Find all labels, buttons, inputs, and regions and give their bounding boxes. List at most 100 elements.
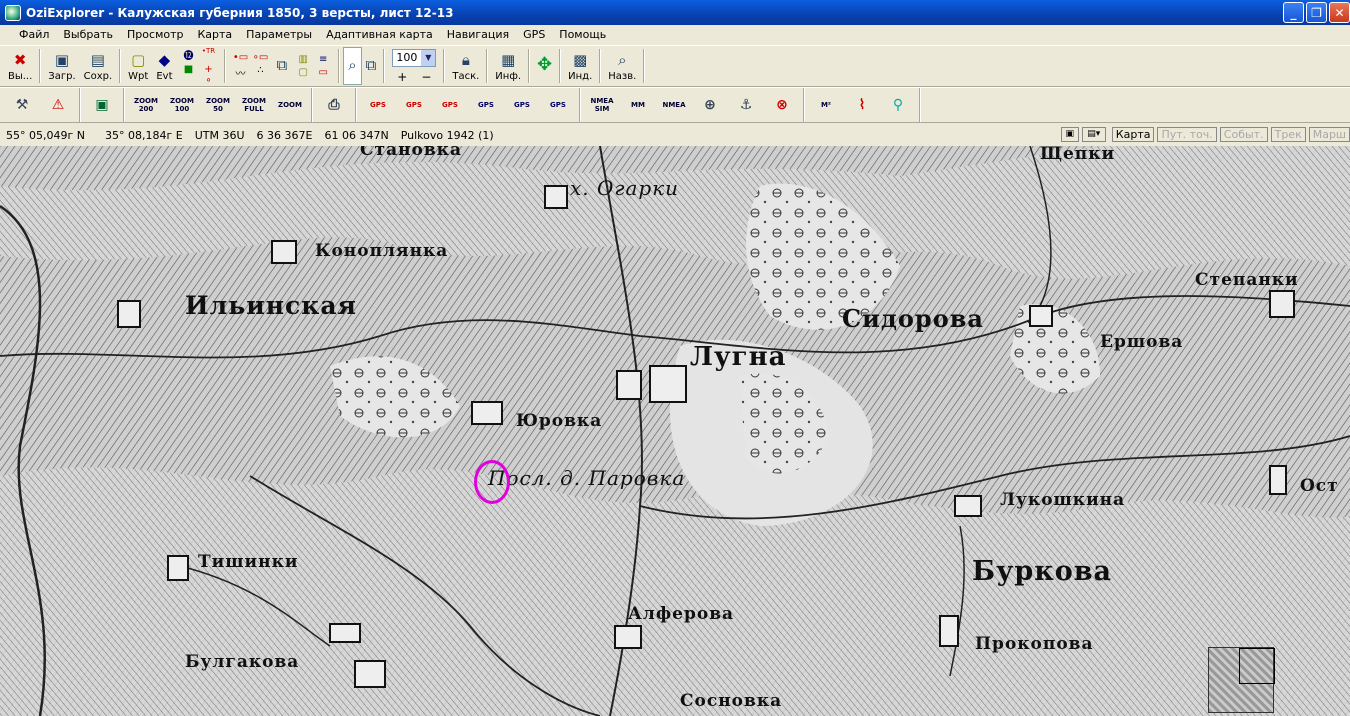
zoom-select-button[interactable]: ZOOM (273, 90, 307, 120)
overview-minimap[interactable] (1208, 647, 1275, 713)
menu-params[interactable]: Параметры (239, 26, 319, 44)
separator (599, 49, 602, 83)
info-button[interactable]: ▦ Инф. (491, 47, 525, 85)
separator (223, 49, 226, 83)
gps-track-button[interactable]: GPS (541, 90, 575, 120)
tab-waypoints[interactable]: Пут. точ. (1157, 127, 1217, 142)
map-label-bulgakova: Булгакова (185, 652, 300, 672)
zoom-in-button[interactable]: + (397, 70, 407, 84)
map-label-burkova: Буркова (972, 556, 1112, 587)
separator (559, 49, 562, 83)
separator (486, 49, 489, 83)
load-button[interactable]: ▣ Загр. (44, 47, 79, 85)
save-button[interactable]: ▤ Сохр. (80, 47, 117, 85)
village-block (616, 370, 642, 400)
index-button[interactable]: ▩ Инд. (564, 47, 596, 85)
show-icon[interactable]: ∴ (253, 65, 269, 80)
waypoint-icon: ▢ (131, 50, 146, 69)
menu-navigation[interactable]: Навигация (440, 26, 516, 44)
northing-readout: 61 06 347N (324, 128, 389, 142)
minimize-button[interactable]: _ (1283, 2, 1304, 23)
show-track-icon[interactable]: 〰 (233, 65, 249, 80)
zoom-50-button[interactable]: ZOOM 50 (201, 90, 235, 120)
task-button[interactable]: 🔒︎ Таск. (448, 47, 483, 85)
map-tool-icon[interactable]: ⚒ (5, 90, 39, 120)
print-icon[interactable]: ⎙ (317, 90, 351, 120)
line-icon[interactable]: •▭ (233, 52, 249, 63)
crosshair-icon[interactable]: ⊕ (693, 90, 727, 120)
map-label-shchepki: Щепки (1040, 146, 1116, 164)
event-button[interactable]: ◆ Evt (152, 47, 176, 85)
separator (919, 88, 921, 122)
line-num-icon[interactable]: ▭ (315, 67, 331, 78)
number-icon[interactable]: ⓬ (181, 47, 197, 62)
separator (338, 49, 341, 83)
magnify-button[interactable]: ⌕ (343, 47, 362, 85)
zoom-full-button[interactable]: ZOOM FULL (237, 90, 271, 120)
line-list-icon[interactable]: ≡ (315, 54, 331, 65)
profile-chart-icon[interactable]: ⌇ (845, 90, 879, 120)
zoom-select[interactable]: 100 ▼ (392, 48, 437, 67)
show-route-button[interactable]: ⧉ (273, 47, 292, 85)
wpt-num-icon[interactable]: ▢ (295, 67, 311, 78)
tab-track[interactable]: Трек (1270, 127, 1306, 142)
area-button[interactable]: M² (809, 90, 843, 120)
anchor-icon[interactable]: ⚓ (729, 90, 763, 120)
circles-icon[interactable]: ∘▭ (253, 52, 269, 63)
menu-gps[interactable]: GPS (516, 26, 552, 44)
tab-map[interactable]: Карта (1111, 127, 1155, 142)
menu-adaptive-map[interactable]: Адаптивная карта (319, 26, 440, 44)
map-label-ost: Ост (1300, 476, 1339, 496)
gps-upload-wpt-button[interactable]: GPS (361, 90, 395, 120)
menu-file[interactable]: Файл (12, 26, 56, 44)
position-marker[interactable] (474, 460, 510, 504)
exit-button[interactable]: ✖ Вы... (4, 47, 36, 85)
app-globe-icon (5, 4, 21, 21)
maximize-button[interactable]: ❐ (1306, 2, 1327, 23)
info-icon: ▦ (501, 50, 516, 69)
menu-select[interactable]: Выбрать (56, 26, 120, 44)
cross-icon[interactable]: + ∘ (201, 64, 217, 86)
save-map-icon[interactable]: ▤▾ (1081, 127, 1106, 142)
datum-readout: Pulkovo 1942 (1) (400, 128, 494, 142)
map-label-konoplyanka: Коноплянка (315, 241, 449, 261)
antenna-icon[interactable]: ⚲ (881, 90, 915, 120)
name-search-button[interactable]: ⌕ Назв. (604, 47, 640, 85)
object-tabs: ▣ ▤▾ Карта Пут. точ. Событ. Трек Марш (1060, 127, 1350, 142)
lock-icon: 🔒︎ (461, 50, 470, 69)
nmea-sim-button[interactable]: NMEA SIM (585, 90, 619, 120)
menu-map[interactable]: Карта (190, 26, 239, 44)
tab-route[interactable]: Марш (1308, 127, 1350, 142)
green-square-icon[interactable]: ■ (181, 64, 197, 86)
lifebuoy-icon[interactable]: ⊗ (765, 90, 799, 120)
separator (579, 88, 581, 122)
zoom-200-button[interactable]: ZOOM 200 (129, 90, 163, 120)
separator (311, 88, 313, 122)
nmea-button[interactable]: NMEA (657, 90, 691, 120)
close-button[interactable]: ✕ (1329, 2, 1350, 23)
village-block (1269, 465, 1287, 495)
window-button[interactable]: ⧉ (362, 47, 381, 85)
village-block (544, 185, 568, 209)
zoom-100-button[interactable]: ZOOM 100 (165, 90, 199, 120)
moving-map-button[interactable]: MM (621, 90, 655, 120)
pan-arrows-button[interactable]: ✥ (533, 47, 556, 85)
map-label-yurovka: Юровка (516, 411, 603, 431)
map-image-icon[interactable]: ▣ (1060, 127, 1079, 142)
gps-track-down-button[interactable]: GPS (505, 90, 539, 120)
separator (355, 88, 357, 122)
wpt-list-icon[interactable]: ▥ (295, 54, 311, 65)
gps-download-wpt-button[interactable]: GPS (397, 90, 431, 120)
map-delete-icon[interactable]: ⚠ (41, 90, 75, 120)
gps-track-up-button[interactable]: GPS (469, 90, 503, 120)
zoom-out-button[interactable]: − (421, 70, 431, 84)
menu-help[interactable]: Помощь (552, 26, 613, 44)
map-window-icon[interactable]: ▣ (85, 90, 119, 120)
gps-route-button[interactable]: GPS (433, 90, 467, 120)
map-view[interactable]: Становка х. Огарки Щепки Коноплянка Ильи… (0, 146, 1350, 716)
tab-events[interactable]: Событ. (1219, 127, 1268, 142)
overview-viewport[interactable] (1239, 648, 1275, 684)
track-icon[interactable]: •TR (201, 47, 217, 62)
menu-view[interactable]: Просмотр (120, 26, 190, 44)
waypoint-button[interactable]: ▢ Wpt (124, 47, 152, 85)
